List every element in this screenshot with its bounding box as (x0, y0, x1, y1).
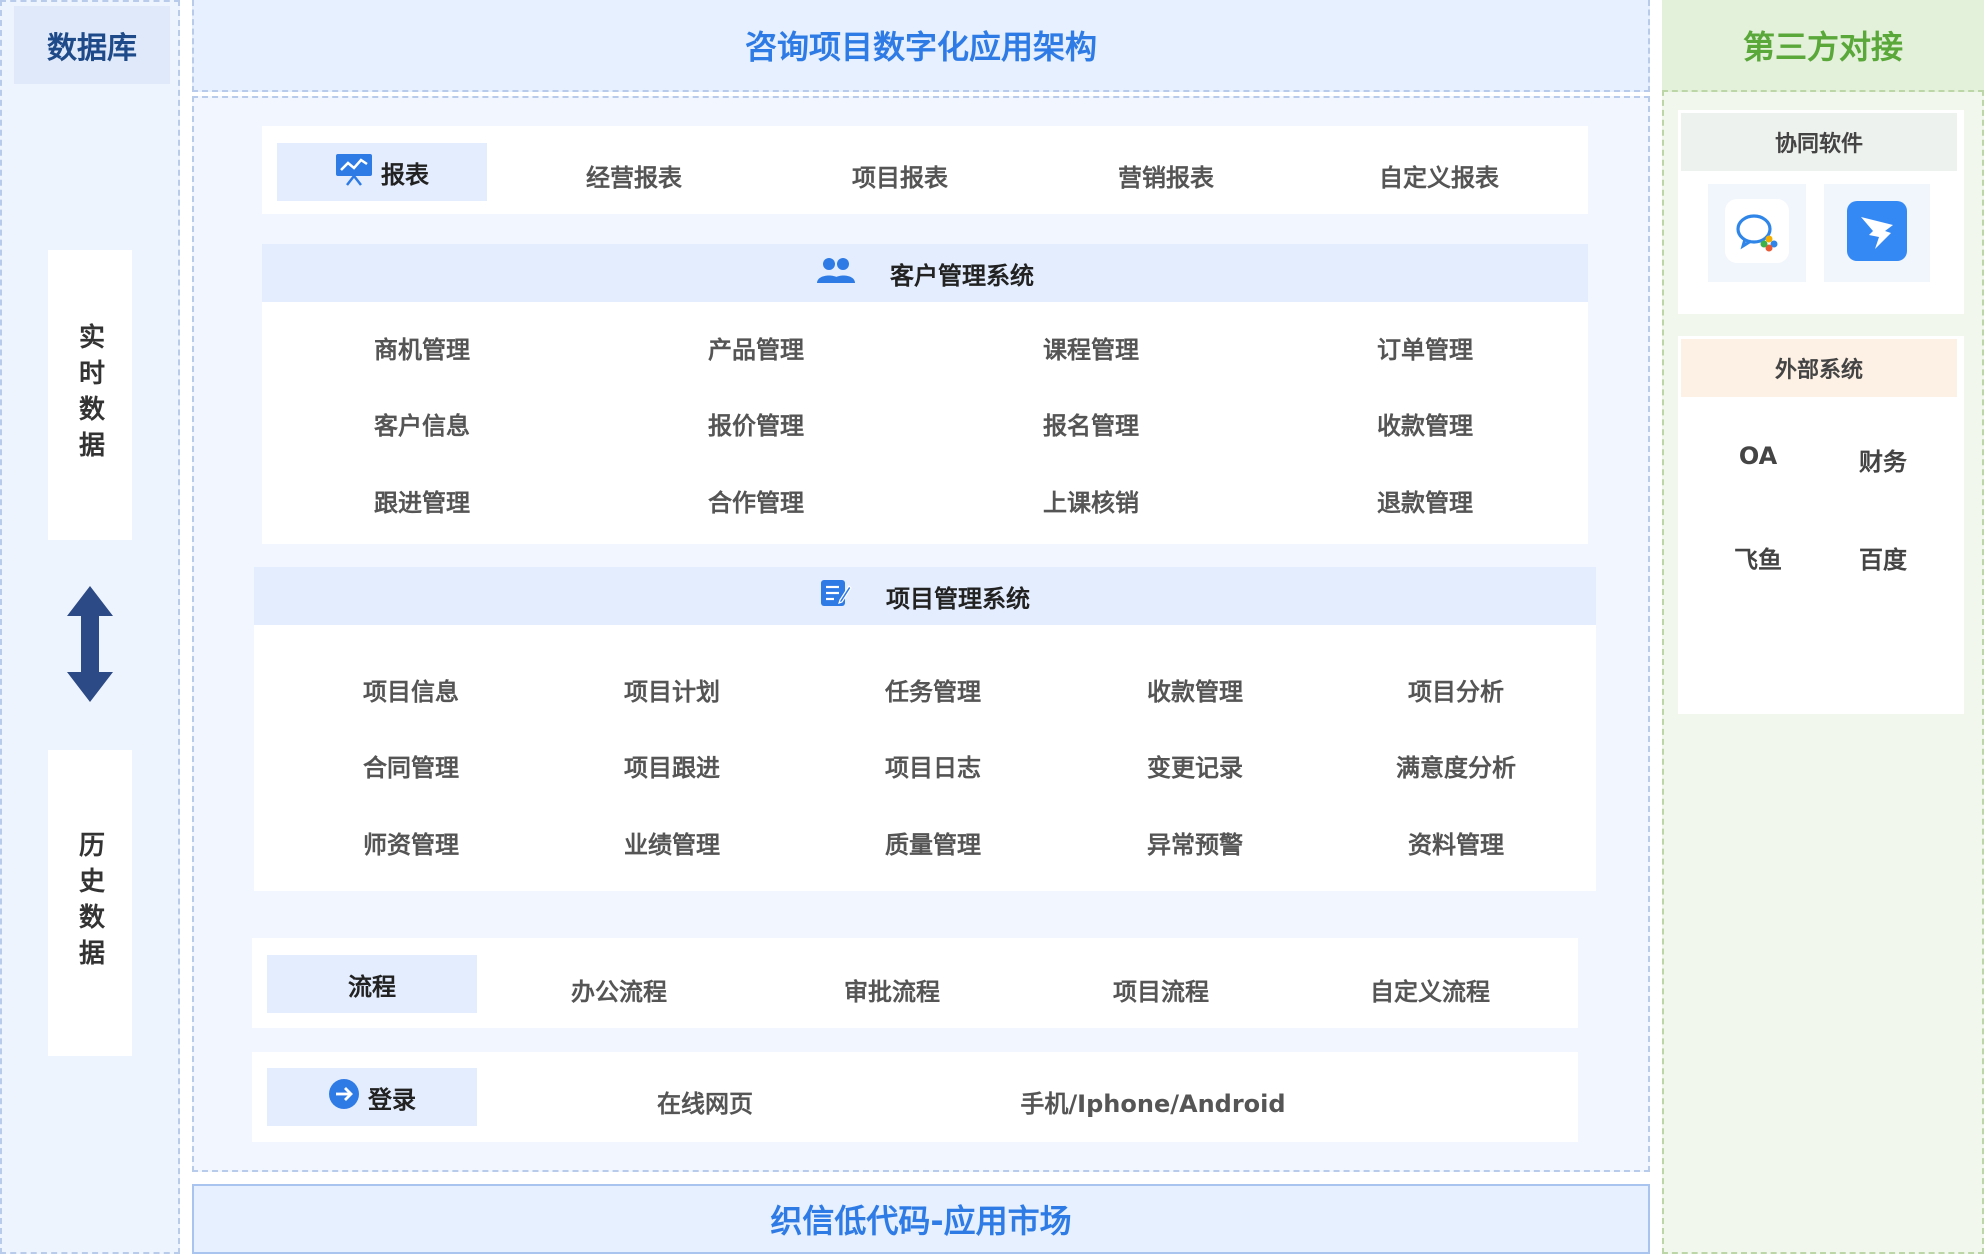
report-item[interactable]: 自定义报表 (1379, 158, 1499, 193)
third-party-title-text: 第三方对接 (1742, 28, 1903, 66)
pm-item[interactable]: 收款管理 (1147, 672, 1243, 707)
crm-item[interactable]: 报价管理 (708, 406, 804, 441)
external-item[interactable]: 财务 (1859, 442, 1907, 477)
pm-item[interactable]: 项目分析 (1408, 672, 1504, 707)
crm-item[interactable]: 订单管理 (1377, 330, 1473, 365)
dingtalk-icon (1847, 201, 1907, 265)
arrow-right-circle-icon (328, 1078, 360, 1116)
crm-item[interactable]: 商机管理 (374, 330, 470, 365)
history-data-box: 历史数据 (48, 750, 132, 1056)
crm-header: 客户管理系统 (262, 244, 1588, 302)
pm-header: 项目管理系统 (254, 567, 1596, 625)
realtime-data-label: 实时数据 (74, 323, 105, 467)
crm-item[interactable]: 上课核销 (1043, 483, 1139, 518)
pm-item[interactable]: 质量管理 (885, 825, 981, 860)
external-title: 外部系统 (1774, 358, 1863, 383)
architecture-title: 咨询项目数字化应用架构 (192, 0, 1650, 92)
reports-label: 报表 (381, 160, 429, 189)
pm-item[interactable]: 资料管理 (1408, 825, 1504, 860)
pm-item[interactable]: 项目计划 (624, 672, 720, 707)
external-item[interactable]: 百度 (1859, 540, 1907, 575)
collab-header: 协同软件 (1681, 113, 1957, 171)
double-arrow-vertical-icon (66, 586, 114, 706)
external-item[interactable]: 飞鱼 (1734, 540, 1782, 575)
flow-label: 流程 (348, 972, 396, 1001)
pm-item[interactable]: 变更记录 (1147, 748, 1243, 783)
app-market-footer-text: 织信低代码-应用市场 (770, 1202, 1072, 1240)
crm-item[interactable]: 产品管理 (708, 330, 804, 365)
realtime-data-box: 实时数据 (48, 250, 132, 540)
crm-item[interactable]: 退款管理 (1377, 483, 1473, 518)
pm-item[interactable]: 满意度分析 (1396, 748, 1516, 783)
login-item[interactable]: 手机/Iphone/Android (1020, 1084, 1285, 1119)
flow-item[interactable]: 自定义流程 (1370, 972, 1490, 1007)
report-item[interactable]: 营销报表 (1118, 158, 1214, 193)
login-label: 登录 (368, 1085, 416, 1114)
crm-item[interactable]: 客户信息 (374, 406, 470, 441)
pm-item[interactable]: 业绩管理 (624, 825, 720, 860)
third-party-title: 第三方对接 (1662, 0, 1984, 92)
crm-item[interactable]: 合作管理 (708, 483, 804, 518)
report-item[interactable]: 经营报表 (586, 158, 682, 193)
wecom-tile[interactable] (1708, 184, 1806, 282)
pm-item[interactable]: 项目信息 (363, 672, 459, 707)
login-item[interactable]: 在线网页 (657, 1084, 753, 1119)
crm-item[interactable]: 课程管理 (1043, 330, 1139, 365)
dingtalk-tile[interactable] (1824, 184, 1930, 282)
pm-item[interactable]: 任务管理 (885, 672, 981, 707)
login-chip[interactable]: 登录 (267, 1068, 477, 1126)
pm-item[interactable]: 项目跟进 (624, 748, 720, 783)
crm-item[interactable]: 收款管理 (1377, 406, 1473, 441)
presentation-chart-icon (335, 152, 373, 192)
flow-item[interactable]: 办公流程 (571, 972, 667, 1007)
external-header: 外部系统 (1681, 339, 1957, 397)
flow-chip[interactable]: 流程 (267, 955, 477, 1013)
pm-item[interactable]: 师资管理 (363, 825, 459, 860)
collab-title: 协同软件 (1774, 132, 1863, 157)
crm-item[interactable]: 跟进管理 (374, 483, 470, 518)
users-icon (816, 256, 856, 290)
history-data-label: 历史数据 (74, 831, 105, 975)
crm-title: 客户管理系统 (890, 261, 1034, 290)
crm-item[interactable]: 报名管理 (1043, 406, 1139, 441)
external-item[interactable]: OA (1739, 442, 1777, 470)
pm-item[interactable]: 异常预警 (1147, 825, 1243, 860)
database-title: 数据库 (14, 6, 170, 84)
database-title-text: 数据库 (47, 31, 137, 66)
pm-item[interactable]: 项目日志 (885, 748, 981, 783)
architecture-title-text: 咨询项目数字化应用架构 (744, 28, 1097, 66)
pm-title: 项目管理系统 (886, 584, 1030, 613)
reports-chip[interactable]: 报表 (277, 143, 487, 201)
edit-list-icon (820, 578, 852, 614)
report-item[interactable]: 项目报表 (852, 158, 948, 193)
app-market-footer[interactable]: 织信低代码-应用市场 (192, 1184, 1650, 1254)
flow-item[interactable]: 项目流程 (1113, 972, 1209, 1007)
pm-item[interactable]: 合同管理 (363, 748, 459, 783)
wecom-icon (1725, 199, 1789, 267)
flow-item[interactable]: 审批流程 (844, 972, 940, 1007)
